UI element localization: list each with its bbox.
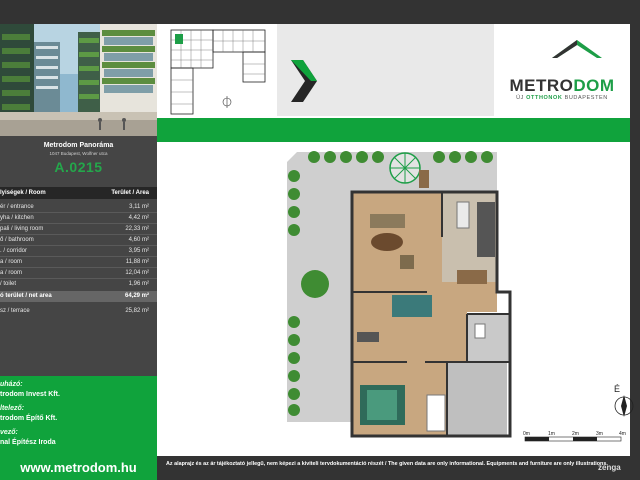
- area-table-header: lyiségek / Room Terület / Area: [0, 187, 157, 199]
- table-row: yha / kitchen 4,42 m²: [0, 213, 157, 224]
- investor-value: trodom Invest Kft.: [0, 391, 60, 398]
- table-row: ő / bathroom 4,60 m²: [0, 235, 157, 246]
- project-address: 1047 Budapest, Wolfner utca: [49, 151, 108, 156]
- scale-tick-label: 4m: [619, 431, 626, 437]
- chevron-right-icon: [291, 60, 317, 102]
- table-row: a / room 11,88 m²: [0, 257, 157, 268]
- compass-label: É: [614, 384, 620, 394]
- watermark: zenga: [598, 463, 621, 472]
- website-link[interactable]: www.metrodom.hu: [0, 456, 157, 480]
- brand-name: METRODOM: [509, 76, 615, 95]
- floor-plan: [157, 142, 630, 456]
- table-row: ér / entrance 3,11 m²: [0, 202, 157, 213]
- brand-tagline: ÚJ OTTHONOK BUDAPESTEN: [516, 95, 608, 101]
- left-panel: Metrodom Panoráma 1047 Budapest, Wolfner…: [0, 24, 157, 456]
- developer-info: uházó: trodom Invest Kft. ltelező: trodo…: [0, 376, 157, 456]
- investor-label: uházó:: [0, 381, 23, 388]
- metrodom-logo: METRODOM ÚJ OTTHONOK BUDAPESTEN: [494, 24, 630, 116]
- north-compass-icon: É: [614, 384, 634, 417]
- table-row: . / corridor 3,95 m²: [0, 246, 157, 257]
- table-row: a / room 12,04 m²: [0, 268, 157, 279]
- scale-bar: 0m 1m 2m 3m 4m: [523, 431, 626, 442]
- table-row: / toilet 1,96 m²: [0, 281, 149, 287]
- scale-tick-label: 1m: [548, 431, 555, 437]
- scale-tick-label: 0m: [523, 431, 530, 437]
- area-column-header: Terület / Area: [111, 190, 149, 196]
- architect-label: vező:: [0, 429, 18, 436]
- house-logo-icon: [552, 40, 602, 58]
- contractor-label: ltelező:: [0, 405, 25, 412]
- direction-arrow-panel: [277, 24, 494, 116]
- disclaimer-text: Az alaprajz és az ár tájékoztató jellegű…: [166, 461, 608, 467]
- contractor-value: trodom Építő Kft.: [0, 415, 58, 422]
- table-row: pali / living room 22,33 m²: [0, 224, 157, 235]
- building-photo: [0, 24, 157, 136]
- room-column-header: lyiségek / Room: [0, 190, 46, 196]
- top-frame: [0, 0, 640, 24]
- unit-code: A.0215: [54, 159, 103, 175]
- net-area-row: ó terület / net area 64,29 m²: [0, 291, 157, 302]
- scale-tick-label: 3m: [596, 431, 603, 437]
- green-accent-bar: [157, 118, 630, 142]
- project-name: Metrodom Panoráma: [43, 142, 114, 149]
- architect-value: nal Építész Iroda: [0, 439, 56, 446]
- scale-tick-label: 2m: [572, 431, 579, 437]
- terrace-row: sz / terrace 25,82 m²: [0, 308, 149, 314]
- building-key-plan: [157, 24, 277, 116]
